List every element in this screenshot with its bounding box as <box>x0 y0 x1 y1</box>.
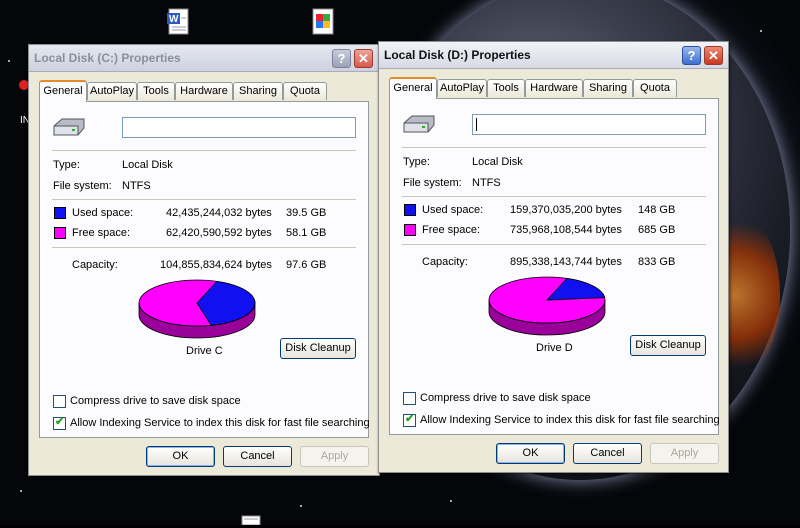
free-space-label: Free space: <box>422 224 481 236</box>
file-system-value: NTFS <box>472 177 501 189</box>
type-value: Local Disk <box>122 159 173 171</box>
used-space-gb: 39.5 GB <box>286 207 327 219</box>
tab-strip: General AutoPlay Tools Hardware Sharing … <box>39 80 369 102</box>
free-space-gb: 58.1 GB <box>286 227 327 239</box>
capacity-label: Capacity: <box>72 259 118 271</box>
disk-cleanup-button[interactable]: Disk Cleanup <box>280 338 356 359</box>
tab-sharing[interactable]: Sharing <box>583 79 633 97</box>
svg-text:W: W <box>169 14 179 25</box>
tab-autoplay[interactable]: AutoPlay <box>87 82 137 100</box>
capacity-bytes: 895,338,143,744 bytes <box>510 256 622 268</box>
checkmark-icon: ✔ <box>55 416 65 428</box>
shortcut-icon[interactable] <box>310 8 336 36</box>
drive-label: Drive D <box>536 342 573 354</box>
capacity-label: Capacity: <box>422 256 468 268</box>
used-space-bytes: 42,435,244,032 bytes <box>166 207 272 219</box>
separator <box>402 147 706 148</box>
free-space-swatch <box>404 224 416 236</box>
compress-drive-checkbox[interactable] <box>53 395 66 408</box>
tab-tools[interactable]: Tools <box>137 82 175 100</box>
capacity-bytes: 104,855,834,624 bytes <box>160 259 272 271</box>
disk-usage-pie-chart <box>138 279 256 339</box>
disk-usage-pie-chart <box>488 276 606 336</box>
separator <box>52 199 356 200</box>
used-space-bytes: 159,370,035,200 bytes <box>510 204 622 216</box>
window-title: Local Disk (D:) Properties <box>384 48 531 62</box>
free-space-swatch <box>54 227 66 239</box>
free-space-gb: 685 GB <box>638 224 676 236</box>
free-space-label: Free space: <box>72 227 131 239</box>
cancel-button[interactable]: Cancel <box>573 443 642 464</box>
drive-name-input[interactable] <box>122 117 356 138</box>
compress-drive-label: Compress drive to save disk space <box>70 395 241 407</box>
capacity-gb: 833 GB <box>638 256 676 268</box>
notepad-icon[interactable] <box>240 514 266 526</box>
allow-indexing-checkbox[interactable]: ✔ <box>53 416 66 430</box>
file-system-label: File system: <box>403 177 462 189</box>
used-space-swatch <box>54 207 66 219</box>
tab-hardware[interactable]: Hardware <box>525 79 583 97</box>
file-system-label: File system: <box>53 180 112 192</box>
star <box>20 490 22 492</box>
separator <box>402 196 706 197</box>
drive-name-input[interactable] <box>472 114 706 135</box>
tab-strip: General AutoPlay Tools Hardware Sharing … <box>389 77 719 99</box>
allow-indexing-label: Allow Indexing Service to index this dis… <box>70 417 370 429</box>
tab-general[interactable]: General <box>389 77 437 99</box>
used-space-label: Used space: <box>72 207 134 219</box>
compress-drive-label: Compress drive to save disk space <box>420 392 591 404</box>
tab-quota[interactable]: Quota <box>633 79 677 97</box>
star <box>760 30 762 32</box>
star <box>300 505 302 507</box>
star <box>450 500 452 502</box>
drive-label: Drive C <box>186 345 223 357</box>
tab-general[interactable]: General <box>39 80 87 102</box>
tab-hardware[interactable]: Hardware <box>175 82 233 100</box>
tab-quota[interactable]: Quota <box>283 82 327 100</box>
ok-button[interactable]: OK <box>496 443 565 464</box>
hard-drive-icon <box>53 118 85 136</box>
window-title: Local Disk (C:) Properties <box>34 51 181 65</box>
type-label: Type: <box>403 156 430 168</box>
tab-sharing[interactable]: Sharing <box>233 82 283 100</box>
help-button[interactable]: ? <box>332 49 351 68</box>
title-bar[interactable]: Local Disk (C:) Properties ? ✕ <box>29 45 379 72</box>
tab-autoplay[interactable]: AutoPlay <box>437 79 487 97</box>
used-space-label: Used space: <box>422 204 484 216</box>
ok-button[interactable]: OK <box>146 446 215 467</box>
separator <box>52 247 356 248</box>
close-button[interactable]: ✕ <box>354 49 373 68</box>
used-space-gb: 148 GB <box>638 204 676 216</box>
title-bar[interactable]: Local Disk (D:) Properties ? ✕ <box>379 42 728 69</box>
general-tab-panel: Type: Local Disk File system: NTFS Used … <box>39 101 370 438</box>
allow-indexing-checkbox[interactable]: ✔ <box>403 413 416 427</box>
drive-c-properties-window: Local Disk (C:) Properties ? ✕ General A… <box>28 44 380 476</box>
free-space-bytes: 62,420,590,592 bytes <box>166 227 272 239</box>
cancel-button[interactable]: Cancel <box>223 446 292 467</box>
disk-cleanup-button[interactable]: Disk Cleanup <box>630 335 706 356</box>
separator <box>52 150 356 151</box>
used-space-swatch <box>404 204 416 216</box>
file-system-value: NTFS <box>122 180 151 192</box>
general-tab-panel: Type: Local Disk File system: NTFS Used … <box>389 98 720 435</box>
allow-indexing-label: Allow Indexing Service to index this dis… <box>420 414 720 426</box>
hard-drive-icon <box>403 115 435 133</box>
capacity-gb: 97.6 GB <box>286 259 327 271</box>
tab-tools[interactable]: Tools <box>487 79 525 97</box>
compress-drive-checkbox[interactable] <box>403 392 416 405</box>
close-button[interactable]: ✕ <box>704 46 723 65</box>
drive-d-properties-window: Local Disk (D:) Properties ? ✕ General A… <box>378 41 729 473</box>
apply-button[interactable]: Apply <box>650 443 719 464</box>
checkmark-icon: ✔ <box>405 413 415 425</box>
star <box>8 60 10 62</box>
type-value: Local Disk <box>472 156 523 168</box>
help-button[interactable]: ? <box>682 46 701 65</box>
text-caret <box>476 118 477 131</box>
type-label: Type: <box>53 159 80 171</box>
word-document-icon[interactable]: W <box>166 8 192 36</box>
apply-button[interactable]: Apply <box>300 446 369 467</box>
free-space-bytes: 735,968,108,544 bytes <box>510 224 622 236</box>
separator <box>402 244 706 245</box>
